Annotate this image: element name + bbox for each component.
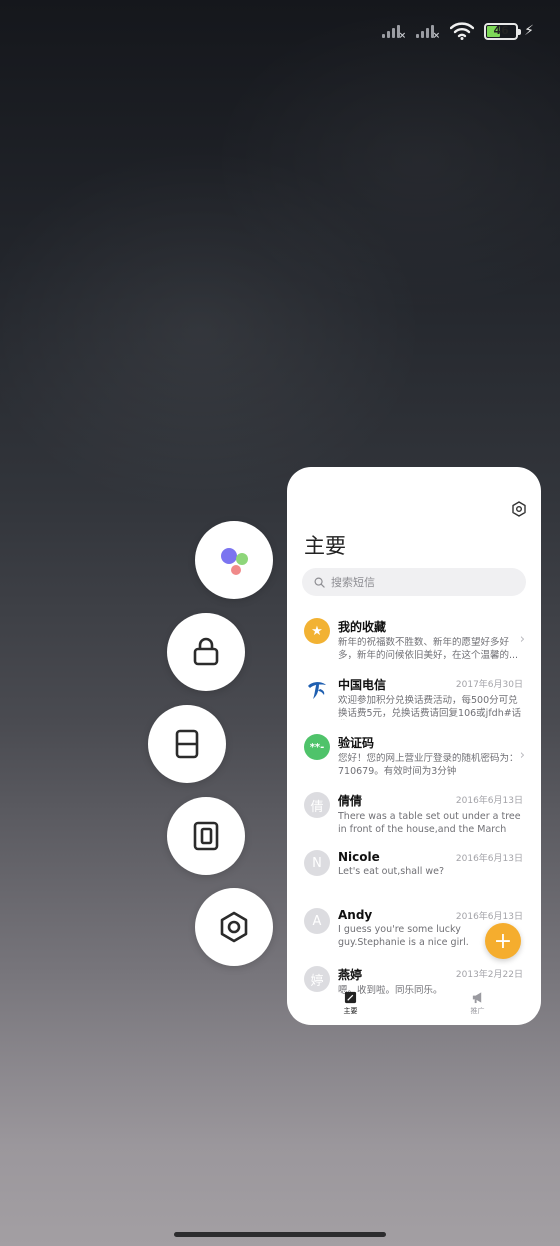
home-indicator[interactable] <box>174 1232 386 1237</box>
message-date: 2017年6月30日 <box>455 680 523 690</box>
lock-icon <box>193 637 219 666</box>
page-title: 主要 <box>304 534 346 558</box>
message-date: 2016年6月13日 <box>455 796 523 806</box>
message-snippet: There was a table set out under a tree i… <box>338 811 521 835</box>
star-icon: ★ <box>304 618 330 644</box>
message-row-favorites[interactable]: ★ 我的收藏 新年的祝福数不胜数、新年的愿望好多好多，新年的问候依旧美好，在这个… <box>287 614 541 672</box>
message-snippet: 您好！您的网上营业厅登录的随机密码为：710679。有效时间为3分钟 <box>338 753 519 777</box>
floating-window-button[interactable] <box>167 797 245 875</box>
message-row-qianqian[interactable]: 倩 倩倩 2016年6月13日 There was a table set ou… <box>287 788 541 846</box>
message-date: 2016年6月13日 <box>455 912 523 922</box>
hexagon-settings-icon <box>220 911 248 943</box>
message-row-verification[interactable]: **- 验证码 您好！您的网上营业厅登录的随机密码为：710679。有效时间为3… <box>287 730 541 788</box>
tab-main[interactable]: 主要 <box>344 985 358 1025</box>
assistant-button[interactable] <box>195 521 273 599</box>
lock-button[interactable] <box>167 613 245 691</box>
chevron-right-icon: › <box>519 748 525 763</box>
battery-level: 46 <box>493 23 509 37</box>
message-snippet: Let's eat out,shall we? <box>338 866 445 877</box>
signal-2-icon: × <box>416 24 440 41</box>
avatar: N <box>304 850 330 876</box>
message-snippet: 新年的祝福数不胜数、新年的愿望好多好多，新年的问候依旧美好，在这个温馨的... <box>338 637 519 661</box>
wifi-icon <box>450 22 475 40</box>
sender-name: 验证码 <box>338 736 375 750</box>
assistant-dots-icon <box>221 548 248 575</box>
bottom-nav: 主要 推广 <box>287 985 541 1025</box>
message-date: 2013年2月22日 <box>455 970 523 980</box>
sender-name: 我的收藏 <box>338 620 387 634</box>
avatar: 倩 <box>304 792 330 818</box>
settings-button[interactable] <box>195 888 273 966</box>
tab-promo-label: 推广 <box>470 1007 485 1015</box>
split-screen-button[interactable] <box>148 705 226 783</box>
settings-icon[interactable] <box>511 501 527 517</box>
telecom-logo-icon <box>304 676 330 702</box>
message-list: ★ 我的收藏 新年的祝福数不胜数、新年的愿望好多好多，新年的问候依旧美好，在这个… <box>287 614 541 1020</box>
message-date: 2016年6月13日 <box>455 854 523 864</box>
new-message-button[interactable]: + <box>485 923 521 959</box>
message-row-telecom[interactable]: 中国电信 2017年6月30日 欢迎参加积分兑换话费活动，每500分可兑换话费5… <box>287 672 541 730</box>
tab-promo[interactable]: 推广 <box>471 985 485 1025</box>
messages-floating-window[interactable]: 主要 搜索短信 ★ 我的收藏 新年的祝福数不胜数、新年的愿望好多好多，新年的问候… <box>287 467 541 1025</box>
message-row-nicole[interactable]: N Nicole 2016年6月13日 Let's eat out,shall … <box>287 846 541 904</box>
verification-code-icon: **- <box>304 734 330 760</box>
signal-1-icon: × <box>382 24 406 41</box>
floating-window-icon <box>193 821 219 851</box>
message-snippet: 欢迎参加积分兑换话费活动，每500分可兑换话费5元，兑换话费请回复106或jfd… <box>338 695 522 719</box>
megaphone-icon <box>472 992 482 1004</box>
charging-icon: ⚡ <box>524 23 534 39</box>
split-screen-icon <box>175 729 199 759</box>
battery-icon: 46 <box>484 22 522 40</box>
tab-main-label: 主要 <box>343 1007 358 1015</box>
search-icon <box>314 577 325 588</box>
search-placeholder: 搜索短信 <box>331 576 375 589</box>
search-input[interactable]: 搜索短信 <box>302 568 526 596</box>
compose-icon <box>344 991 357 1004</box>
status-bar: × × 46 ⚡ <box>382 22 534 41</box>
chevron-right-icon: › <box>519 632 525 647</box>
avatar: A <box>304 908 330 934</box>
